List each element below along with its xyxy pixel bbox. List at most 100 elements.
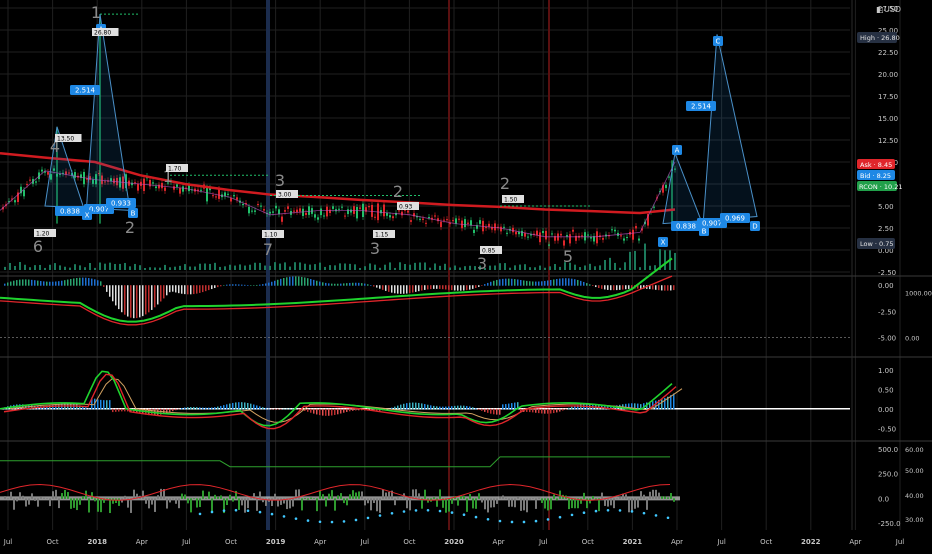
volume-osc-bar	[232, 498, 234, 502]
macd-hist-bar	[163, 285, 165, 299]
momentum-bar	[241, 402, 243, 410]
macd-hist-bar	[211, 285, 213, 290]
macd-hist-bar	[586, 283, 588, 286]
volume-bar	[449, 267, 451, 270]
macd-hist-bar	[58, 281, 60, 286]
volume-bar	[169, 267, 171, 270]
momentum-bar	[256, 405, 258, 410]
candle-body	[623, 238, 625, 241]
macd-hist-bar	[397, 285, 399, 294]
macd-hist-bar	[370, 285, 372, 286]
macd-hist-bar	[424, 285, 426, 290]
session-bands	[266, 0, 550, 530]
candle-body	[158, 184, 160, 189]
volume-osc-bar	[361, 491, 363, 499]
macd-hist-bar	[253, 285, 255, 286]
symbol-badge: RCON · 10.21	[857, 181, 903, 191]
momentum-bar	[514, 402, 516, 410]
volume-osc-bar	[109, 498, 111, 514]
candle-body	[374, 216, 376, 218]
grid-lines	[0, 0, 932, 530]
volume-bar	[419, 262, 421, 270]
volume-bar	[674, 252, 676, 270]
volume-bar	[469, 265, 471, 270]
volume-bar	[499, 263, 501, 270]
candle-body	[227, 193, 229, 195]
volume-osc-bar	[379, 498, 381, 513]
momentum-bar	[268, 408, 270, 410]
macd-hist-bar	[199, 285, 201, 293]
volume-bar	[334, 265, 336, 270]
volume-pane: 500.0 250.0 0.0 -250.0 60.00 50.00 40.00 30.00	[0, 446, 924, 528]
signal-dot	[486, 517, 490, 521]
signal-dot	[306, 519, 310, 522]
volume-osc-bar	[73, 498, 75, 508]
macd-hist-bar	[160, 285, 162, 302]
volume-osc-bar	[601, 492, 603, 499]
macd-hist-bar	[502, 278, 504, 286]
y-tick-label: 27.50	[878, 5, 898, 13]
volume-osc-bar	[46, 498, 48, 499]
candle-body	[572, 229, 574, 232]
x-tick-label: Oct	[225, 538, 237, 546]
volume-bar	[99, 262, 101, 270]
volume-osc-bar	[406, 498, 408, 509]
high-badge-text: High · 26.80	[860, 34, 900, 42]
x-tick-label: Oct	[582, 538, 594, 546]
macd-hist-bar	[28, 279, 30, 286]
macd-hist-bar	[523, 280, 525, 286]
momentum-line-red	[3, 373, 677, 430]
signal-dot	[246, 509, 250, 513]
volume-bar	[504, 263, 506, 270]
chart-canvas[interactable]: 2.5140.838 0.9070.9332.5140.838 0.9070.969…	[0, 0, 932, 550]
momentum-bar	[472, 407, 474, 410]
time-axis[interactable]: Jul Oct 2018 Apr Jul Oct 2019 Apr Jul Oct 2020 Apr J…	[3, 538, 905, 546]
volume-bar	[4, 266, 6, 270]
macd-hist-bar	[214, 285, 216, 289]
momentum-bar	[253, 404, 255, 410]
momentum-bar	[397, 405, 399, 410]
candle-body	[371, 204, 373, 217]
volume-osc-bar	[199, 498, 201, 508]
price-axis[interactable]: USD ◧ -2.500.002.505.007.5010.0012.5015.…	[876, 5, 901, 277]
volume-osc-bar	[340, 493, 342, 499]
momentum-signal-line	[9, 378, 683, 423]
momentum-bar	[274, 408, 276, 410]
volume-osc-bar	[202, 490, 204, 499]
macd-hist-bar	[190, 285, 192, 295]
momentum-bar	[271, 408, 273, 410]
candle-body	[164, 187, 166, 191]
signal-dot	[426, 508, 430, 512]
momentum-bar	[265, 407, 267, 410]
volume-osc-bar	[646, 498, 648, 510]
macd-hist-bar	[274, 280, 276, 286]
volume-bar	[664, 250, 666, 270]
volume-osc-bar	[301, 498, 303, 511]
volume-osc-bar	[274, 493, 276, 499]
signal-dot	[546, 518, 550, 521]
macd-hist-bar	[7, 282, 9, 286]
volume-osc-bar	[196, 498, 198, 508]
macd-hist-bar	[217, 285, 219, 288]
momentum-bar	[88, 408, 90, 410]
x-tick-label: Oct	[760, 538, 772, 546]
volume-osc-bar	[511, 498, 513, 507]
momentum-bar	[349, 408, 351, 412]
signal-dot	[234, 508, 238, 512]
volume-bar	[344, 263, 346, 270]
volume-osc-bar	[55, 489, 57, 499]
macd-pane: 0.00 -2.50 -5.00 1000.00 0.00	[0, 257, 932, 342]
candle-body	[179, 188, 181, 194]
candle-body	[614, 229, 616, 232]
candle-body	[152, 182, 154, 184]
macd-hist-bar	[136, 285, 138, 319]
volume-osc-bar	[526, 498, 528, 513]
volume-bar	[404, 263, 406, 270]
volume-bar	[154, 267, 156, 270]
volume-osc-bar	[556, 498, 558, 501]
momentum-bar	[490, 408, 492, 414]
macd-hist-bar	[244, 284, 246, 286]
volume-bar	[454, 265, 456, 270]
y-tick-label: 0.00	[878, 282, 894, 290]
macd-hist-bar	[622, 285, 624, 290]
